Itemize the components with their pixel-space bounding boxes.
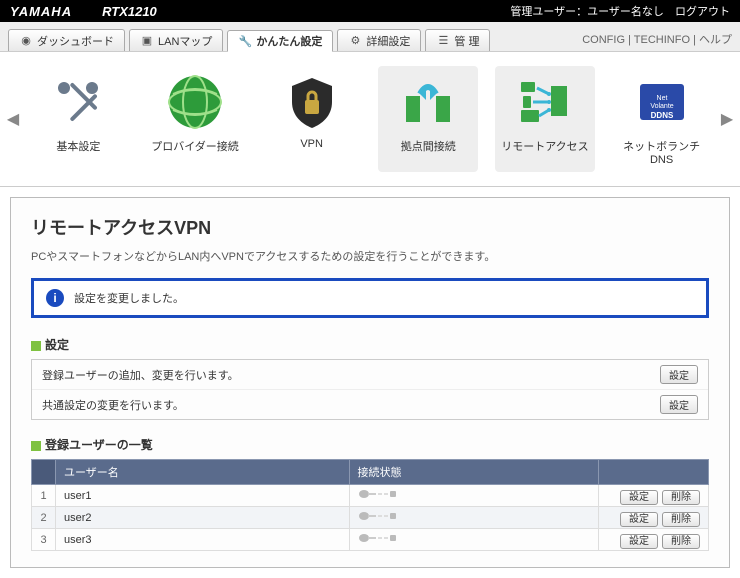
col-username: ユーザー名 <box>56 460 350 485</box>
row-username: user1 <box>56 485 350 507</box>
tab-admin[interactable]: ☰ 管 理 <box>425 29 490 51</box>
settings-box: 登録ユーザーの追加、変更を行います。 設定 共通設定の変更を行います。 設定 <box>31 359 709 420</box>
tab-dashboard[interactable]: ◉ ダッシュボード <box>8 29 125 51</box>
page-title: リモートアクセスVPN <box>31 214 709 240</box>
disconnected-icon <box>358 510 398 525</box>
link-help[interactable]: ヘルプ <box>699 34 732 46</box>
row-delete-button[interactable]: 削除 <box>662 490 700 505</box>
model-name: RTX1210 <box>102 4 157 19</box>
row-username: user3 <box>56 529 350 551</box>
carousel-item-remote-access[interactable]: リモートアクセス <box>495 66 595 172</box>
row-status <box>349 529 598 551</box>
table-row: 2user2 設定削除 <box>32 507 709 529</box>
gauge-icon: ◉ <box>19 34 33 48</box>
row-delete-button[interactable]: 削除 <box>662 534 700 549</box>
settings-row-adduser: 登録ユーザーの追加、変更を行います。 <box>42 367 656 383</box>
row-delete-button[interactable]: 削除 <box>662 512 700 527</box>
tools-icon <box>48 72 108 132</box>
header-right: 管理ユーザー：ユーザー名なし ログアウト <box>510 3 730 19</box>
admin-user-label[interactable]: 管理ユーザー：ユーザー名なし <box>510 6 664 18</box>
svg-text:Net: Net <box>656 95 667 102</box>
section-title-settings: 設定 <box>31 336 709 353</box>
easy-settings-carousel: ◀ 基本設定 プロバイダー接続 VPN 拠点間接続 <box>0 52 740 187</box>
link-techinfo[interactable]: TECHINFO <box>634 34 690 46</box>
row-username: user2 <box>56 507 350 529</box>
logout-link[interactable]: ログアウト <box>675 6 730 18</box>
col-status: 接続状態 <box>349 460 598 485</box>
admin-icon: ☰ <box>436 34 450 48</box>
gear-icon: ⚙ <box>348 34 362 48</box>
tab-lanmap[interactable]: ▣ LANマップ <box>129 29 223 51</box>
carousel-item-vpn[interactable]: VPN <box>262 66 362 172</box>
row-index: 1 <box>32 485 56 507</box>
settings-row-common: 共通設定の変更を行います。 <box>42 397 656 413</box>
svg-text:Volante: Volante <box>650 103 673 110</box>
row-index: 3 <box>32 529 56 551</box>
settings-button-adduser[interactable]: 設定 <box>660 365 698 384</box>
row-index: 2 <box>32 507 56 529</box>
tab-bar: ◉ ダッシュボード ▣ LANマップ 🔧 かんたん設定 ⚙ 詳細設定 ☰ 管 理… <box>0 22 740 52</box>
carousel-next-arrow[interactable]: ▶ <box>720 109 734 129</box>
carousel-prev-arrow[interactable]: ◀ <box>6 109 20 129</box>
page-description: PCやスマートフォンなどからLAN内へVPNでアクセスするための設定を行うことが… <box>31 248 709 264</box>
header-bar: YAMAHA RTX1210 管理ユーザー：ユーザー名なし ログアウト <box>0 0 740 22</box>
notice-text: 設定を変更しました。 <box>74 290 184 306</box>
col-actions <box>599 460 709 485</box>
settings-button-common[interactable]: 設定 <box>660 395 698 414</box>
disconnected-icon <box>358 488 398 503</box>
shield-lock-icon <box>282 72 342 132</box>
globe-icon <box>165 72 225 132</box>
tab-detail-settings[interactable]: ⚙ 詳細設定 <box>337 29 421 51</box>
svg-text:Service: Service <box>650 121 673 128</box>
table-row: 1user1 設定削除 <box>32 485 709 507</box>
info-icon: i <box>46 289 64 307</box>
row-status <box>349 485 598 507</box>
table-row: 3user3 設定削除 <box>32 529 709 551</box>
map-icon: ▣ <box>140 34 154 48</box>
brand-logo: YAMAHA <box>10 4 72 19</box>
col-index <box>32 460 56 485</box>
carousel-item-site2site[interactable]: 拠点間接続 <box>378 66 478 172</box>
remote-access-icon <box>515 72 575 132</box>
section-title-users: 登録ユーザーの一覧 <box>31 436 709 453</box>
row-status <box>349 507 598 529</box>
notice-banner: i 設定を変更しました。 <box>31 278 709 318</box>
tab-easy-settings[interactable]: 🔧 かんたん設定 <box>227 30 333 52</box>
row-settings-button[interactable]: 設定 <box>620 534 658 549</box>
carousel-item-basic[interactable]: 基本設定 <box>28 66 128 172</box>
carousel-item-ddns[interactable]: NetVolanteDDNSService ネットボランチDNS <box>612 66 712 172</box>
carousel-item-provider[interactable]: プロバイダー接続 <box>145 66 245 172</box>
svg-text:DDNS: DDNS <box>650 111 673 120</box>
link-config[interactable]: CONFIG <box>582 34 625 46</box>
users-table: ユーザー名 接続状態 1user1設定削除2user2設定削除3user3設定削… <box>31 459 709 551</box>
wrench-icon: 🔧 <box>238 34 252 48</box>
ddns-icon: NetVolanteDDNSService <box>632 72 692 132</box>
site-link-icon <box>398 72 458 132</box>
row-settings-button[interactable]: 設定 <box>620 490 658 505</box>
row-settings-button[interactable]: 設定 <box>620 512 658 527</box>
disconnected-icon <box>358 532 398 547</box>
main-panel: リモートアクセスVPN PCやスマートフォンなどからLAN内へVPNでアクセスす… <box>10 197 730 568</box>
